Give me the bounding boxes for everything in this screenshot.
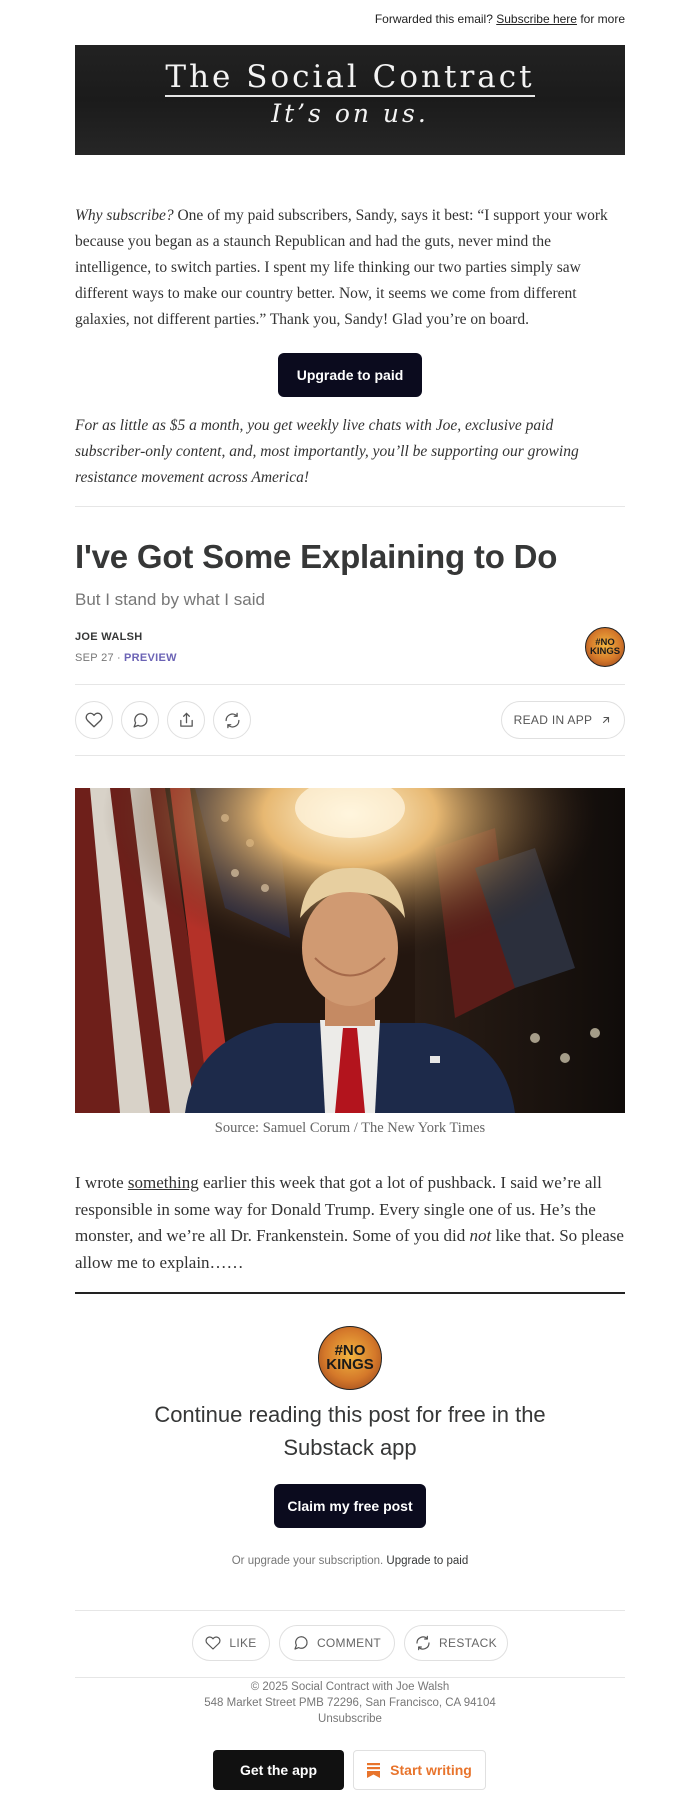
offer-text: For as little as $5 a month, you get wee… — [75, 417, 579, 486]
read-in-app-button[interactable]: READ IN APP — [501, 701, 625, 739]
body-emphasis: not — [469, 1226, 492, 1245]
publication-banner[interactable]: The Social Contract It’s on us. — [75, 45, 625, 155]
address-text: 548 Market Street PMB 72296, San Francis… — [204, 1697, 496, 1709]
comment-icon — [132, 712, 148, 728]
forward-notice: Forwarded this email? Subscribe here for… — [375, 12, 625, 26]
comment-icon — [294, 1636, 308, 1650]
like-button[interactable] — [75, 701, 113, 739]
banner-subtitle: It’s on us. — [271, 99, 429, 128]
for-more-text: for more — [580, 12, 625, 26]
image-caption: Source: Samuel Corum / The New York Time… — [214, 1120, 486, 1136]
restack-button[interactable] — [213, 701, 251, 739]
pitch-lead: Why subscribe? — [75, 207, 174, 224]
upgrade-subscription-line: Or upgrade your subscription. Upgrade to… — [0, 1555, 700, 1567]
heart-icon — [205, 1636, 221, 1650]
arrow-up-right-icon — [603, 716, 610, 724]
get-the-app-button[interactable]: Get the app — [213, 1750, 344, 1790]
divider — [75, 684, 625, 685]
restack-icon — [224, 712, 240, 728]
read-in-app-label: READ IN APP — [513, 713, 593, 727]
like-pill-button[interactable]: LIKE — [192, 1625, 270, 1661]
upgrade-to-paid-link[interactable]: Upgrade to paid — [386, 1555, 468, 1567]
subscribe-pitch: Why subscribe? One of my paid subscriber… — [75, 203, 625, 333]
divider — [75, 1610, 625, 1611]
like-label: LIKE — [229, 1636, 257, 1650]
banner-title: The Social Contract — [165, 45, 535, 97]
post-body-preview: I wrote something earlier this week that… — [75, 1170, 625, 1276]
unsubscribe-link[interactable]: Unsubscribe — [0, 1713, 700, 1725]
share-button[interactable] — [167, 701, 205, 739]
paywall-divider — [75, 1292, 625, 1294]
substack-logo-icon — [367, 1762, 381, 1778]
comment-pill-button[interactable]: COMMENT — [279, 1625, 395, 1661]
avatar-text-line2: KINGS — [589, 646, 621, 657]
upgrade-to-paid-button[interactable]: Upgrade to paid — [278, 353, 422, 397]
comment-button[interactable] — [121, 701, 159, 739]
start-writing-label: Start writing — [390, 1762, 472, 1778]
publication-logo: #NO KINGS — [318, 1326, 382, 1390]
claim-free-post-button[interactable]: Claim my free post — [274, 1484, 426, 1528]
start-writing-button[interactable]: Start writing — [353, 1750, 486, 1790]
author-name[interactable]: JOE WALSH — [75, 631, 625, 643]
something-link[interactable]: something — [128, 1173, 199, 1192]
comment-label: COMMENT — [316, 1636, 382, 1650]
body-text-1: I wrote — [75, 1173, 128, 1192]
pitch-text: One of my paid subscribers, Sandy, says … — [75, 207, 608, 328]
hero-illustration — [75, 788, 625, 1113]
meta-separator: ∙ — [117, 652, 121, 664]
post-subtitle: But I stand by what I said — [75, 590, 265, 609]
heart-icon — [85, 712, 103, 728]
post-date: SEP 27 — [75, 652, 114, 664]
author-avatar[interactable]: #NO KINGS — [585, 627, 625, 667]
restack-label: RESTACK — [439, 1636, 497, 1650]
divider — [75, 1677, 625, 1678]
post-title[interactable]: I've Got Some Explaining to Do — [75, 538, 625, 576]
restack-pill-button[interactable]: RESTACK — [404, 1625, 508, 1661]
or-upgrade-text: Or upgrade your subscription. — [231, 1555, 384, 1567]
hero-image[interactable] — [75, 788, 625, 1113]
subscribe-link[interactable]: Subscribe here — [496, 12, 577, 26]
share-icon — [179, 712, 193, 727]
continue-reading-heading: Continue reading this post for free in t… — [154, 1402, 546, 1460]
restack-icon — [416, 1635, 430, 1651]
forward-text: Forwarded this email? — [374, 12, 493, 26]
post-meta: SEP 27 ∙ PREVIEW — [75, 652, 625, 664]
copyright-text: © 2025 Social Contract with Joe Walsh — [250, 1681, 450, 1693]
logo-text-line2: KINGS — [326, 1356, 374, 1373]
divider — [75, 755, 625, 756]
preview-label: PREVIEW — [123, 652, 177, 664]
divider — [75, 506, 625, 507]
